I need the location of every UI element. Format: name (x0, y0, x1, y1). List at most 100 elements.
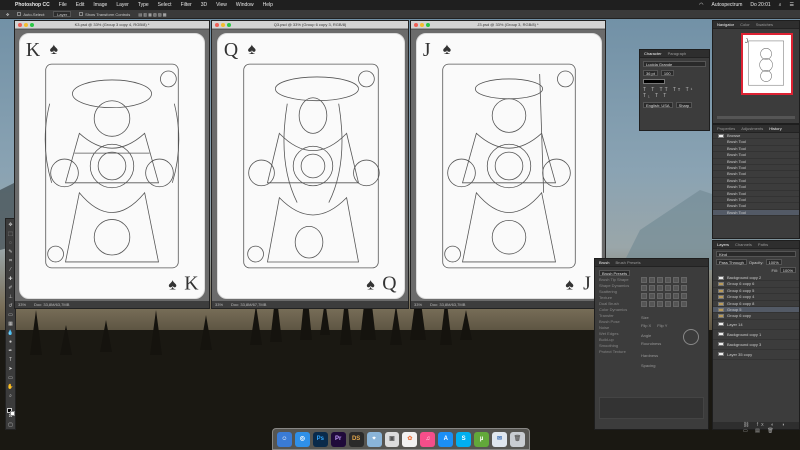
menu-filter[interactable]: Filter (181, 2, 192, 8)
brush-tool-icon[interactable]: ✐ (7, 285, 14, 292)
menu-3d[interactable]: 3D (201, 2, 207, 8)
document-canvas[interactable]: Q ♠ ♠ Q (212, 30, 408, 301)
itunes-icon[interactable]: ♫ (420, 431, 436, 447)
crop-tool-icon[interactable]: ⌗ (7, 258, 14, 265)
menu-app-name[interactable]: Photoshop CC (15, 2, 50, 8)
tab-color[interactable]: Color (740, 21, 750, 28)
screen-mode-icon[interactable]: ▢ (7, 422, 14, 429)
menubar-clock[interactable]: Do 20:01 (750, 2, 770, 8)
move-tool-icon[interactable]: ✥ (6, 12, 9, 17)
gradient-tool-icon[interactable]: ▦ (7, 321, 14, 328)
text-color-swatch[interactable] (643, 79, 665, 84)
close-window-icon[interactable] (414, 23, 418, 27)
menu-select[interactable]: Select (158, 2, 172, 8)
layer-row[interactable]: Background copy 1 (713, 330, 799, 340)
stamp-tool-icon[interactable]: ⊥ (7, 294, 14, 301)
menu-layer[interactable]: Layer (116, 2, 129, 8)
history-brush-tool-icon[interactable]: ↺ (7, 303, 14, 310)
menu-image[interactable]: Image (93, 2, 107, 8)
utorrent-icon[interactable]: µ (474, 431, 490, 447)
auto-select-target-dropdown[interactable]: Layer (53, 11, 72, 17)
menu-edit[interactable]: Edit (76, 2, 85, 8)
skype-icon[interactable]: S (456, 431, 472, 447)
search-icon[interactable]: ⌕ (779, 2, 782, 8)
flip-x-checkbox[interactable]: Flip X (641, 323, 651, 328)
navigator-view-box[interactable]: J (741, 33, 793, 95)
eyedropper-tool-icon[interactable]: ⁄ (7, 267, 14, 274)
daz-studio-icon[interactable]: DS (348, 431, 364, 447)
tab-paragraph[interactable]: Paragraph (668, 50, 687, 57)
tab-properties[interactable]: Properties (717, 125, 735, 132)
font-size-field[interactable]: 36 pt (643, 70, 658, 76)
minimize-window-icon[interactable] (24, 23, 28, 27)
close-window-icon[interactable] (18, 23, 22, 27)
layer-actions-bar[interactable]: ⛓ fx ◐ ◑ ▭ ▤ 🗑 (713, 422, 799, 434)
flip-y-checkbox[interactable]: Flip Y (657, 323, 667, 328)
photos-icon[interactable]: ✿ (402, 431, 418, 447)
blend-mode-dropdown[interactable]: Pass Through (716, 259, 747, 265)
minimize-window-icon[interactable] (221, 23, 225, 27)
shape-tool-icon[interactable]: ▭ (7, 375, 14, 382)
appstore-icon[interactable]: A (438, 431, 454, 447)
menu-view[interactable]: View (216, 2, 227, 8)
tracking-field[interactable]: 100 (660, 70, 674, 76)
lasso-tool-icon[interactable]: ◌ (7, 240, 14, 247)
type-tool-icon[interactable]: T (7, 357, 14, 364)
preview-icon[interactable]: ▣ (384, 431, 400, 447)
language-dropdown[interactable]: English: USA (643, 102, 673, 108)
close-window-icon[interactable] (215, 23, 219, 27)
doc-size-info[interactable]: Doc: 33,8M/63,7MB (34, 301, 69, 308)
zoom-window-icon[interactable] (30, 23, 34, 27)
tab-character[interactable]: Character (644, 50, 662, 57)
path-select-tool-icon[interactable]: ➤ (7, 366, 14, 373)
fill-field[interactable]: 100% (779, 267, 796, 273)
zoom-level[interactable]: 33% (18, 301, 26, 308)
document-titlebar[interactable]: K3.psd @ 33% (Group 3 copy 4, RGB/8) * (15, 21, 209, 29)
menu-help[interactable]: Help (263, 2, 273, 8)
align-icons[interactable]: ▤ ▥ ▦ ▧ ▨ ▩ (138, 12, 166, 17)
marquee-tool-icon[interactable]: ⬚ (7, 231, 14, 238)
menu-list-icon[interactable]: ☰ (790, 2, 794, 8)
zoom-level[interactable]: 33% (215, 301, 223, 308)
opacity-field[interactable]: 100% (765, 259, 782, 265)
premiere-icon[interactable]: Pr (330, 431, 346, 447)
brush-option[interactable]: Protect Texture (599, 349, 637, 355)
layer-filter-kind-dropdown[interactable]: Kind (716, 251, 796, 257)
tab-brush-presets[interactable]: Brush Presets (615, 259, 640, 266)
trash-icon[interactable]: 🗑 (509, 431, 525, 447)
maps-icon[interactable]: ⌖ (366, 431, 382, 447)
tab-layers[interactable]: Layers (717, 241, 729, 248)
brush-angle-widget[interactable] (683, 329, 699, 345)
document-canvas[interactable]: J ♠ ♠ J (411, 30, 605, 301)
foreground-background-color-icon[interactable] (6, 408, 15, 416)
font-family-dropdown[interactable]: Lucida Grande (643, 61, 706, 67)
photoshop-icon[interactable]: Ps (312, 431, 328, 447)
auto-select-checkbox[interactable]: Auto-Select: (17, 12, 45, 17)
zoom-window-icon[interactable] (227, 23, 231, 27)
brush-presets-button[interactable]: Brush Presets (599, 270, 631, 276)
menubar-user-name[interactable]: Autospectrum (712, 2, 743, 8)
eraser-tool-icon[interactable]: ▭ (7, 312, 14, 319)
tab-channels[interactable]: Channels (735, 241, 752, 248)
type-style-buttons[interactable]: T T TT Tт T¹ T₁ T T (643, 87, 706, 99)
tab-swatches[interactable]: Swatches (756, 21, 773, 28)
safari-icon[interactable]: ◎ (294, 431, 310, 447)
playing-card-artwork[interactable]: K ♠ ♠ K (19, 33, 205, 299)
playing-card-artwork[interactable]: J ♠ ♠ J (416, 33, 602, 299)
hand-tool-icon[interactable]: ✋ (7, 384, 14, 391)
tab-paths[interactable]: Paths (758, 241, 768, 248)
playing-card-artwork[interactable]: Q ♠ ♠ Q (217, 33, 405, 299)
menu-window[interactable]: Window (236, 2, 254, 8)
dodge-tool-icon[interactable]: ● (7, 339, 14, 346)
tab-adjustments[interactable]: Adjustments (741, 125, 763, 132)
pen-tool-icon[interactable]: ✒ (7, 348, 14, 355)
document-titlebar[interactable]: J3.psd @ 33% (Group 3, RGB/8) * (411, 21, 605, 29)
minimize-window-icon[interactable] (420, 23, 424, 27)
wifi-icon[interactable]: ◠ (699, 2, 703, 8)
blur-tool-icon[interactable]: 💧 (7, 330, 14, 337)
background-color-swatch[interactable] (9, 411, 15, 416)
zoom-slider[interactable] (717, 116, 795, 119)
layer-row[interactable]: Layer 35 copy (713, 350, 799, 360)
document-canvas[interactable]: K ♠ ♠ K (15, 30, 209, 301)
zoom-window-icon[interactable] (426, 23, 430, 27)
